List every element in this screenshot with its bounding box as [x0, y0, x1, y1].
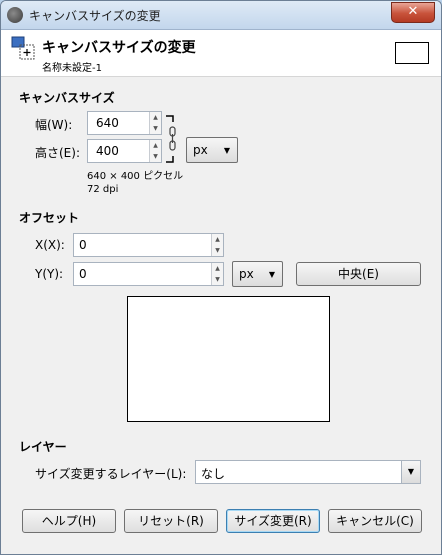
center-button[interactable]: 中央(E) [296, 262, 421, 286]
spin-down-icon[interactable]: ▼ [212, 274, 223, 285]
width-spinner[interactable]: ▲ ▼ [87, 111, 162, 135]
offset-x-spinner[interactable]: ▲ ▼ [73, 233, 224, 257]
offset-x-spin-arrows[interactable]: ▲ ▼ [211, 234, 223, 256]
height-spin-arrows[interactable]: ▲ ▼ [149, 140, 161, 162]
resize-layers-label: サイズ変更するレイヤー(L): [35, 467, 187, 481]
resize-layers-dropdown[interactable]: なし ▼ [195, 460, 421, 484]
offset-y-spinner[interactable]: ▲ ▼ [73, 262, 224, 286]
canvas-size-icon [11, 36, 35, 60]
height-label: 高さ(E): [35, 146, 80, 160]
canvas-unit-value: px [193, 143, 208, 157]
chain-link-icon[interactable] [164, 115, 180, 163]
spin-down-icon[interactable]: ▼ [150, 123, 161, 134]
spin-up-icon[interactable]: ▲ [150, 140, 161, 151]
canvas-unit-dropdown[interactable]: px ▼ [186, 137, 238, 163]
layers-section-label: レイヤー [19, 440, 67, 454]
spin-down-icon[interactable]: ▼ [212, 245, 223, 256]
width-label: 幅(W): [35, 118, 73, 132]
height-spinner[interactable]: ▲ ▼ [87, 139, 162, 163]
offset-y-input[interactable] [74, 263, 223, 285]
offset-preview-area[interactable] [127, 296, 330, 422]
chevron-down-icon: ▼ [223, 146, 230, 155]
help-button[interactable]: ヘルプ(H) [22, 509, 116, 533]
spin-down-icon[interactable]: ▼ [150, 151, 161, 162]
close-button[interactable]: ✕ [391, 2, 435, 23]
window-title: キャンバスサイズの変更 [29, 9, 161, 23]
width-spin-arrows[interactable]: ▲ ▼ [149, 112, 161, 134]
image-thumbnail [395, 42, 429, 64]
spin-up-icon[interactable]: ▲ [212, 263, 223, 274]
offset-unit-value: px [239, 267, 254, 281]
header-title: キャンバスサイズの変更 [42, 40, 196, 56]
gimp-icon [7, 7, 23, 23]
offset-section-label: オフセット [19, 211, 80, 225]
cancel-button[interactable]: キャンセル(C) [328, 509, 422, 533]
resize-layers-value: なし [201, 467, 226, 481]
offset-y-label: Y(Y): [35, 267, 64, 281]
image-name: 名称未設定-1 [42, 63, 102, 74]
spin-up-icon[interactable]: ▲ [150, 112, 161, 123]
offset-unit-dropdown[interactable]: px ▼ [232, 261, 283, 287]
canvas-size-section-label: キャンバスサイズ [19, 91, 115, 105]
chevron-down-icon[interactable]: ▼ [401, 461, 420, 483]
title-bar[interactable]: キャンバスサイズの変更 ✕ [1, 1, 441, 30]
dialog-header: キャンバスサイズの変更 名称未設定-1 [1, 30, 441, 77]
canvas-size-dialog: キャンバスサイズの変更 ✕ キャンバスサイズの変更 名称未設定-1 キャンバスサ… [0, 0, 442, 555]
offset-x-label: X(X): [35, 238, 65, 252]
chevron-down-icon: ▼ [268, 270, 275, 279]
canvas-resolution: 72 dpi [87, 184, 119, 195]
spin-up-icon[interactable]: ▲ [212, 234, 223, 245]
offset-x-input[interactable] [74, 234, 223, 256]
reset-button[interactable]: リセット(R) [124, 509, 218, 533]
canvas-pixel-size: 640 × 400 ピクセル [87, 171, 184, 182]
offset-y-spin-arrows[interactable]: ▲ ▼ [211, 263, 223, 285]
resize-button[interactable]: サイズ変更(R) [226, 509, 320, 533]
